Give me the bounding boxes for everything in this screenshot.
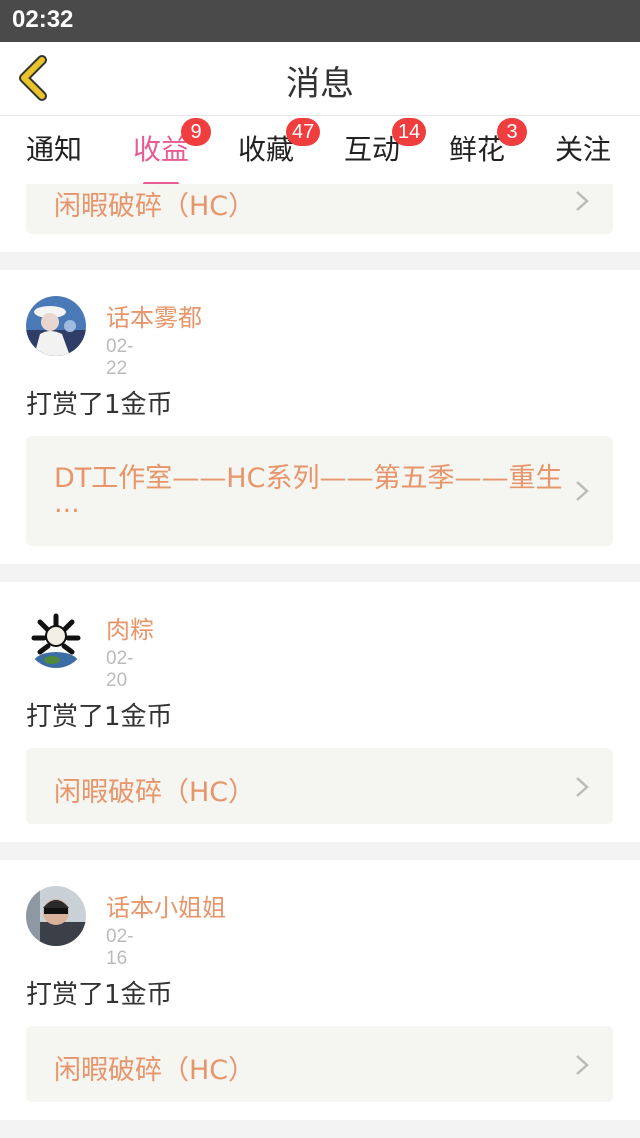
avatar[interactable] — [26, 608, 86, 668]
header: 消息 — [0, 42, 640, 116]
message-date: 02-16 — [106, 926, 134, 969]
work-title-continued: ... — [54, 488, 80, 519]
status-time: 02:32 — [12, 6, 74, 33]
user-name[interactable]: 肉粽 — [106, 610, 154, 645]
tab-label: 通知 — [26, 133, 83, 166]
page-title: 消息 — [286, 64, 354, 104]
work-link[interactable]: 闲暇破碎（HC） — [26, 748, 613, 824]
avatar[interactable] — [26, 886, 86, 946]
tab-earnings[interactable]: 收益 9 — [133, 118, 211, 186]
work-title: 闲暇破碎（HC） — [54, 1055, 256, 1086]
chevron-right-icon — [576, 191, 589, 211]
message-date: 02-20 — [106, 648, 134, 691]
chevron-right-icon — [576, 777, 589, 797]
tab-favorites[interactable]: 收藏 47 — [238, 118, 321, 178]
tab-badge: 14 — [392, 118, 427, 146]
tab-notifications[interactable]: 通知 — [26, 128, 82, 178]
work-link[interactable]: DT工作室——HC系列——第五季——重生 ... — [26, 436, 613, 546]
message-text: 打赏了1金币 — [26, 390, 173, 420]
message-date: 02-22 — [106, 336, 134, 379]
list-item: 话本雾都 02-22 打赏了1金币 DT工作室——HC系列——第五季——重生 .… — [0, 270, 640, 564]
tab-badge: 47 — [286, 118, 321, 146]
avatar[interactable] — [26, 296, 86, 356]
tab-label: 关注 — [555, 133, 612, 166]
user-name[interactable]: 话本雾都 — [106, 298, 202, 333]
chevron-right-icon — [576, 481, 589, 501]
work-link[interactable]: 闲暇破碎（HC） — [26, 184, 613, 234]
tab-bar: 通知 收益 9 收藏 47 互动 14 鲜花 3 关注 — [0, 116, 640, 186]
user-name[interactable]: 话本小姐姐 — [106, 888, 226, 923]
tab-flowers[interactable]: 鲜花 3 — [449, 118, 527, 178]
list-item: 肉粽 02-20 打赏了1金币 闲暇破碎（HC） — [0, 582, 640, 842]
avatar-image — [26, 608, 86, 668]
work-title: DT工作室——HC系列——第五季——重生 — [54, 463, 563, 494]
avatar-image — [26, 296, 86, 356]
tab-interactions[interactable]: 互动 14 — [344, 118, 427, 178]
list-item: 话本小姐姐 02-16 打赏了1金币 闲暇破碎（HC） — [0, 860, 640, 1120]
chevron-right-icon — [576, 1055, 589, 1075]
tab-badge: 3 — [497, 118, 527, 146]
avatar-image — [26, 886, 86, 946]
message-text: 打赏了1金币 — [26, 980, 173, 1010]
work-title: 闲暇破碎（HC） — [54, 777, 256, 808]
status-bar: 02:32 — [0, 0, 640, 42]
work-link[interactable]: 闲暇破碎（HC） — [26, 1026, 613, 1102]
tab-follow[interactable]: 关注 — [555, 128, 611, 178]
tab-badge: 9 — [181, 118, 211, 146]
work-title: 闲暇破碎（HC） — [54, 191, 256, 222]
list-item: 闲暇破碎（HC） — [0, 184, 640, 252]
message-text: 打赏了1金币 — [26, 702, 173, 732]
